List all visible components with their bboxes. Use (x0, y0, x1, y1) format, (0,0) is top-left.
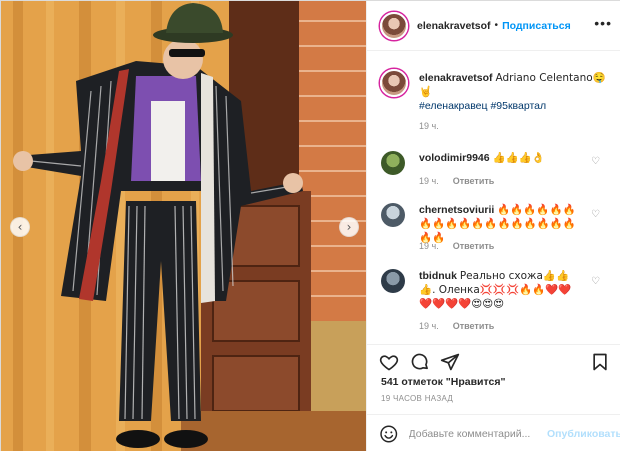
caption-hashtags[interactable]: #еленакравец #95квартал (419, 100, 546, 112)
share-button[interactable] (439, 351, 461, 373)
instagram-post: ‹ › elenakravetsof • Подписаться ••• ele… (0, 0, 620, 451)
send-icon (440, 353, 460, 371)
chevron-right-icon: › (346, 220, 352, 234)
comment-body: 👍👍👍👌 (492, 152, 545, 164)
comment-timestamp: 19 ч. (419, 321, 439, 331)
like-comment-heart-icon[interactable]: ♡ (591, 209, 600, 220)
publish-button[interactable]: Опубликовать (547, 428, 620, 440)
chevron-left-icon: ‹ (17, 220, 23, 234)
post-actions (367, 344, 620, 378)
comment-username[interactable]: chernetsoviurii (419, 204, 494, 216)
comment-text: chernetsoviurii 🔥🔥🔥🔥🔥🔥🔥🔥🔥🔥🔥🔥🔥🔥🔥🔥🔥🔥🔥🔥 (419, 203, 584, 245)
reply-button[interactable]: Ответить (453, 176, 495, 186)
comment-timestamp: 19 ч. (419, 176, 439, 186)
comment-icon (411, 353, 428, 370)
post-time-ago: 19 ЧАСОВ НАЗАД (381, 394, 454, 403)
comment-username[interactable]: tbidnuk (419, 270, 457, 282)
comment-username[interactable]: volodimir9946 (419, 152, 490, 164)
comment-text: tbidnuk Реально схожа👍👍👍. Оленка💢💢💢🔥🔥❤️❤… (419, 269, 584, 311)
separator-dot: • (494, 20, 499, 31)
post-photo[interactable]: ‹ › (1, 1, 366, 451)
caption-text: elenakravetsof Adriano Celentano🤤🤘 #елен… (419, 71, 614, 113)
follow-button[interactable]: Подписаться (502, 20, 571, 32)
caption-username[interactable]: elenakravetsof (419, 72, 493, 84)
emoji-icon[interactable] (379, 424, 399, 444)
heart-icon (379, 355, 399, 371)
avatar[interactable] (381, 151, 405, 175)
caption-timestamp: 19 ч. (419, 121, 439, 131)
avatar[interactable] (380, 11, 408, 40)
like-button[interactable] (378, 351, 400, 373)
comment-timestamp: 19 ч. (419, 241, 439, 251)
avatar[interactable] (381, 203, 405, 227)
comment-meta: 19 ч. Ответить (419, 241, 494, 251)
previous-photo-button[interactable]: ‹ (10, 217, 30, 237)
add-comment-input[interactable] (408, 427, 546, 440)
reply-button[interactable]: Ответить (453, 241, 495, 251)
like-comment-heart-icon[interactable]: ♡ (591, 156, 600, 167)
post-photo-illustration (1, 1, 366, 451)
reply-button[interactable]: Ответить (453, 321, 495, 331)
post-header: elenakravetsof • Подписаться ••• (367, 1, 620, 51)
like-comment-heart-icon[interactable]: ♡ (591, 276, 600, 287)
add-comment-bar: Опубликовать (367, 414, 620, 451)
comment-button[interactable] (409, 351, 431, 373)
bookmark-icon (593, 353, 607, 371)
likes-count[interactable]: 541 отметок "Нравится" (381, 376, 505, 388)
comment-meta: 19 ч. Ответить (419, 321, 494, 331)
avatar[interactable] (380, 69, 408, 97)
save-button[interactable] (589, 351, 611, 373)
avatar[interactable] (381, 269, 405, 293)
post-details-panel: elenakravetsof • Подписаться ••• elenakr… (366, 1, 620, 451)
next-photo-button[interactable]: › (339, 217, 359, 237)
comment-meta: 19 ч. Ответить (419, 176, 494, 186)
header-username[interactable]: elenakravetsof (417, 20, 491, 32)
comment-text: volodimir9946 👍👍👍👌 (419, 151, 584, 165)
more-options-icon[interactable]: ••• (594, 15, 612, 31)
